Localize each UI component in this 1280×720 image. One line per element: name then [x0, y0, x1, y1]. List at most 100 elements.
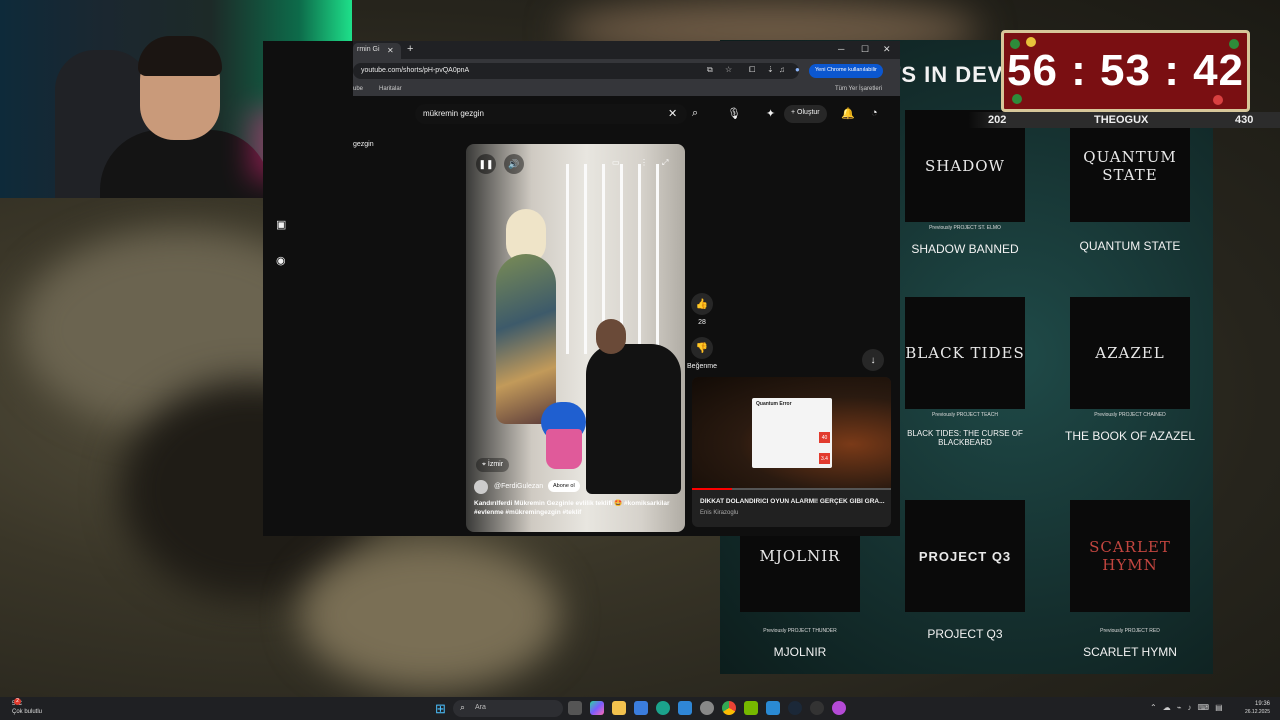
settings-icon[interactable] — [700, 701, 714, 715]
mini-progress-bar[interactable] — [692, 488, 891, 490]
clear-search-icon[interactable]: ✕ — [668, 107, 677, 120]
weather-badge: 2 — [14, 698, 21, 705]
game-previously-note: Previously PROJECT CHAINED — [1094, 412, 1166, 418]
channel-avatar[interactable] — [474, 480, 488, 494]
ornament-icon — [1026, 37, 1036, 47]
app-icon[interactable] — [766, 701, 780, 715]
next-video-button[interactable]: ↓ — [862, 349, 884, 375]
browser-window: rmin Gi ✕ + ─ ☐ ✕ youtube.com/shorts/pH-… — [263, 41, 900, 536]
flower-pot — [546, 429, 582, 469]
game-name: SCARLET HYMN — [1083, 645, 1177, 659]
person-woman — [496, 254, 556, 424]
mini-badge: 3.4 — [819, 453, 830, 464]
location-tag[interactable]: ⌖ İzmir — [476, 458, 510, 472]
app-icon[interactable] — [832, 701, 846, 715]
microphone-icon[interactable]: 🎙 — [727, 107, 741, 120]
like-button[interactable]: 👍 28 — [690, 293, 714, 326]
tab-title: rmin Gi — [357, 46, 380, 53]
thumb-text: SHADOW — [925, 157, 1005, 175]
photos-icon[interactable] — [678, 701, 692, 715]
taskbar-search[interactable]: Ara — [453, 700, 563, 717]
game-thumb-scarlet-hymn: SCARLET HYMN — [1070, 500, 1190, 612]
windows-start-icon[interactable]: ⊞ — [435, 701, 446, 717]
close-window-icon[interactable]: ✕ — [883, 44, 891, 55]
captions-icon[interactable]: ▭ — [612, 158, 620, 167]
volume-icon[interactable]: 🔊 — [504, 154, 524, 174]
search-input[interactable]: mükremin gezgin — [415, 104, 687, 124]
download-icon[interactable]: ⇣ — [767, 65, 774, 74]
clock-time: 19:36 — [1254, 701, 1270, 707]
store-icon[interactable] — [634, 701, 648, 715]
countdown-timer: 56 : 53 : 42 — [1001, 30, 1250, 112]
shorts-player[interactable]: ❚❚ 🔊 ▭ ⋮ ⤢ ⌖ İzmir @FerdiGulezan Abone o… — [466, 144, 685, 532]
timer-value: 56 : 53 : 42 — [1006, 46, 1245, 95]
chrome-update-pill[interactable]: Yeni Chrome kullanılabilir — [809, 64, 883, 78]
streamer-body — [100, 130, 270, 198]
mini-card: Quantum Error 40 3.4 — [752, 398, 832, 468]
stat-right: 430 — [1235, 114, 1254, 126]
search-icon[interactable]: ⌕ — [692, 107, 698, 120]
game-name: SHADOW BANNED — [911, 242, 1019, 256]
copilot-icon[interactable] — [590, 701, 604, 715]
media-icon[interactable]: ♫ — [779, 65, 785, 74]
system-clock[interactable]: 19:36 26.12.2025 — [1238, 700, 1270, 716]
create-button[interactable]: + Oluştur — [784, 105, 827, 123]
like-count: 28 — [698, 319, 706, 326]
notifications-icon[interactable]: 🔔 — [841, 107, 855, 120]
game-thumb-black-tides: BLACK TIDES — [905, 297, 1025, 409]
steam-icon[interactable] — [788, 701, 802, 715]
ornament-icon — [1010, 39, 1020, 49]
streamer-hair — [138, 36, 222, 76]
browser-tab[interactable]: rmin Gi ✕ — [353, 43, 401, 59]
dislike-label: Beğenme — [687, 363, 717, 370]
all-bookmarks[interactable]: Tüm Yer İşaretleri — [835, 86, 882, 92]
minimize-icon[interactable]: ─ — [838, 44, 844, 54]
location-label: İzmir — [487, 461, 504, 468]
create-label: Oluştur — [797, 109, 820, 116]
mini-player[interactable]: Quantum Error 40 3.4 DİKKAT DOLANDIRICI … — [692, 377, 891, 527]
install-icon[interactable]: ⧉ — [707, 65, 713, 75]
bookmark-item[interactable]: ube — [353, 86, 363, 92]
extensions-icon[interactable]: ⧠ — [749, 65, 755, 75]
profile-icon[interactable]: ● — [795, 65, 800, 74]
game-name: BLACK TIDES: THE CURSE OF BLACKBEARD — [907, 429, 1023, 447]
file-explorer-icon[interactable] — [612, 701, 626, 715]
game-name: QUANTUM STATE — [1079, 239, 1181, 253]
close-tab-icon[interactable]: ✕ — [387, 46, 394, 55]
tray-icons[interactable]: ⌃☁⌁♪⌨▤ — [1150, 703, 1229, 712]
bookmarks-bar: ube Haritalar Tüm Yer İşaretleri — [353, 83, 900, 96]
thumbs-down-icon: 👎 — [691, 337, 713, 359]
game-thumb-azazel: AZAZEL — [1070, 297, 1190, 409]
cast-icon[interactable]: ✦ — [766, 107, 775, 120]
bookmark-item[interactable]: Haritalar — [379, 86, 402, 92]
game-previously-note: Previously PROJECT ST. ELMO — [929, 225, 1001, 231]
pause-icon[interactable]: ❚❚ — [476, 154, 496, 174]
mini-video-title[interactable]: DİKKAT DOLANDIRICI OYUN ALARMI! GERÇEK G… — [700, 498, 885, 505]
person-head — [596, 319, 626, 354]
more-icon[interactable]: ⋮ — [640, 158, 648, 167]
maximize-icon[interactable]: ☐ — [861, 44, 869, 55]
video-caption: Kandırılferdi Mükremin Gezginle evlilik … — [474, 500, 670, 516]
obs-icon[interactable] — [810, 701, 824, 715]
channel-name[interactable]: @FerdiGulezan — [494, 483, 543, 490]
library-icon[interactable]: ▣ — [276, 218, 286, 231]
game-previously-note: Previously PROJECT THUNDER — [763, 628, 837, 634]
subscribe-button[interactable]: Abone ol — [548, 480, 580, 492]
mini-channel-name[interactable]: Enis Kirazoglu — [700, 510, 738, 516]
task-view-icon[interactable] — [568, 701, 582, 715]
chrome-icon[interactable] — [722, 701, 736, 715]
avatar-icon[interactable]: ◔ — [871, 107, 878, 119]
new-tab-icon[interactable]: + — [407, 43, 413, 55]
toolbar: youtube.com/shorts/pH-pvQA0pnA ⧉ ☆ ⧠ ⇣ ♫… — [353, 59, 900, 83]
dislike-button[interactable]: 👎 Beğenme — [681, 337, 723, 370]
game-previously-note: Previously PROJECT RED — [1100, 628, 1160, 634]
desktop-stream-canvas: CTS IN DEV SHADOW Previously PROJECT ST.… — [0, 0, 1280, 720]
account-icon[interactable]: ◉ — [276, 254, 286, 267]
background-blob — [300, 540, 560, 690]
bookmark-star-icon[interactable]: ☆ — [725, 65, 732, 74]
edge-icon[interactable] — [656, 701, 670, 715]
nvidia-icon[interactable] — [744, 701, 758, 715]
stat-left: 202 — [988, 114, 1007, 126]
thumb-text: PROJECT Q3 — [918, 548, 1012, 564]
fullscreen-icon[interactable]: ⤢ — [662, 158, 668, 168]
